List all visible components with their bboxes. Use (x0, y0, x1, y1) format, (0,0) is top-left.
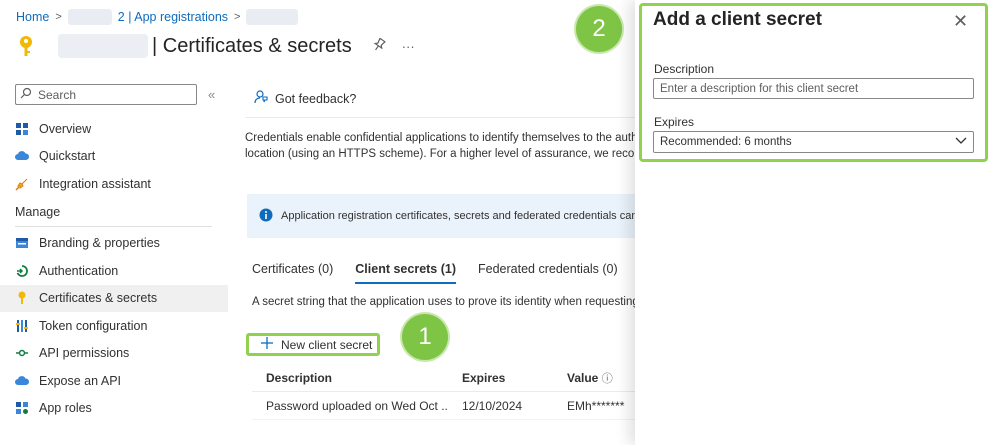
overview-icon (15, 122, 29, 136)
sidebar-item-label: API permissions (39, 346, 130, 361)
branding-icon (15, 236, 29, 250)
feedback-icon (253, 89, 269, 108)
table-row[interactable]: Password uploaded on Wed Oct ... 12/10/2… (252, 392, 640, 420)
sidebar-item-label: Authentication (39, 263, 119, 278)
sidebar-search[interactable]: Search (15, 84, 197, 105)
sidebar-item-label: Branding & properties (39, 236, 160, 251)
credentials-description: Credentials enable confidential applicat… (245, 130, 640, 162)
sidebar-section-manage[interactable]: Manage (0, 198, 228, 226)
app-roles-icon (15, 401, 29, 415)
key-icon (16, 34, 36, 58)
feedback-label: Got feedback? (275, 91, 357, 106)
sidebar-item-label: Integration assistant (39, 176, 151, 191)
info-text: Application registration certificates, s… (281, 210, 640, 222)
sidebar-item-label: Certificates & secrets (39, 291, 158, 306)
redacted-app-name[interactable] (246, 9, 299, 25)
tab-description: A secret string that the application use… (252, 296, 639, 308)
feedback-button[interactable]: Got feedback? (253, 89, 356, 108)
tab-certificates[interactable]: Certificates (0) (252, 262, 333, 284)
collapse-sidebar-button[interactable]: « (208, 87, 215, 102)
breadcrumb-home[interactable]: Home (16, 10, 49, 24)
breadcrumb: Home > 2 | App registrations > (16, 9, 299, 25)
sidebar-item-label: Overview (39, 121, 92, 136)
info-icon (259, 208, 273, 225)
sidebar-item-quickstart[interactable]: Quickstart (0, 143, 228, 171)
tab-federated-credentials[interactable]: Federated credentials (0) (478, 262, 618, 284)
description-label: Description (654, 62, 715, 76)
page-header: | Certificates & secrets ··· (16, 34, 415, 58)
new-client-secret-label: New client secret (281, 337, 373, 352)
secret-value: EMh******* (567, 398, 625, 413)
sidebar-nav: Overview Quickstart Integration assistan… (0, 115, 228, 198)
description-line: location (using an HTTPS scheme). For a … (245, 148, 640, 160)
client-secrets-table: Description Expires Value ⓘ Password upl… (252, 364, 640, 420)
sidebar-item-api-permissions[interactable]: API permissions (0, 340, 228, 368)
sidebar-item-label: Expose an API (39, 373, 122, 388)
info-banner: Application registration certificates, s… (247, 194, 640, 238)
search-placeholder: Search (38, 87, 77, 102)
tabs: Certificates (0) Client secrets (1) Fede… (252, 262, 618, 284)
step-badge-2: 2 (576, 6, 622, 52)
breadcrumb-app-registrations[interactable]: 2 | App registrations (118, 10, 228, 24)
step-badge-1: 1 (402, 314, 448, 360)
sidebar-item-certificates-secrets[interactable]: Certificates & secrets (0, 284, 228, 312)
panel-title: Add a client secret (653, 9, 822, 30)
expires-label: Expires (654, 115, 695, 129)
sidebar-item-app-roles[interactable]: App roles (0, 395, 228, 423)
breadcrumb-separator: > (234, 11, 241, 23)
sidebar-item-authentication[interactable]: Authentication (0, 257, 228, 285)
column-header-value[interactable]: Value ⓘ (553, 370, 640, 386)
expires-dropdown[interactable]: Recommended: 6 months (653, 131, 974, 153)
redacted-app-name (67, 9, 112, 25)
api-permissions-icon (15, 346, 29, 360)
redacted-app-name (58, 34, 148, 58)
cloud-icon (15, 149, 29, 163)
sidebar-item-label: Token configuration (39, 318, 148, 333)
sidebar-item-overview[interactable]: Overview (0, 115, 228, 143)
close-icon[interactable]: ✕ (953, 11, 968, 32)
search-icon (20, 87, 32, 102)
token-configuration-icon (15, 319, 29, 333)
expires-selected-value: Recommended: 6 months (660, 136, 792, 148)
key-icon (15, 291, 29, 305)
rocket-icon (15, 177, 29, 191)
breadcrumb-separator: > (55, 11, 62, 23)
pin-icon[interactable] (372, 36, 386, 55)
divider (15, 225, 212, 227)
new-client-secret-button[interactable]: New client secret (246, 333, 380, 356)
cloud-icon (15, 374, 29, 388)
sidebar: Search « Overview Quickstart Integration… (0, 84, 228, 422)
info-icon[interactable]: ⓘ (602, 373, 613, 385)
add-client-secret-panel: Add a client secret ✕ Description Expire… (635, 0, 993, 445)
column-header-description[interactable]: Description (252, 371, 448, 385)
sidebar-item-branding[interactable]: Branding & properties (0, 230, 228, 258)
secret-expires: 12/10/2024 (462, 398, 523, 413)
sidebar-item-integration-assistant[interactable]: Integration assistant (0, 170, 228, 198)
chevron-down-icon (955, 136, 967, 148)
authentication-icon (15, 264, 29, 278)
sidebar-manage-nav: Branding & properties Authentication Cer… (0, 230, 228, 423)
sidebar-item-label: Quickstart (39, 149, 96, 164)
table-header: Description Expires Value ⓘ (252, 364, 640, 392)
more-options-button[interactable]: ··· (402, 39, 415, 54)
description-input[interactable] (653, 78, 974, 99)
sidebar-item-label: App roles (39, 401, 92, 416)
column-header-expires[interactable]: Expires (448, 371, 553, 385)
secret-description: Password uploaded on Wed Oct ... (266, 398, 448, 413)
divider (245, 117, 640, 118)
plus-icon (261, 337, 273, 352)
description-line: Credentials enable confidential applicat… (245, 132, 638, 144)
sidebar-item-token-configuration[interactable]: Token configuration (0, 312, 228, 340)
sidebar-item-expose-api[interactable]: Expose an API (0, 367, 228, 395)
page-title: | Certificates & secrets (152, 34, 352, 57)
column-header-value-label: Value (567, 370, 599, 385)
tab-client-secrets[interactable]: Client secrets (1) (355, 262, 457, 284)
